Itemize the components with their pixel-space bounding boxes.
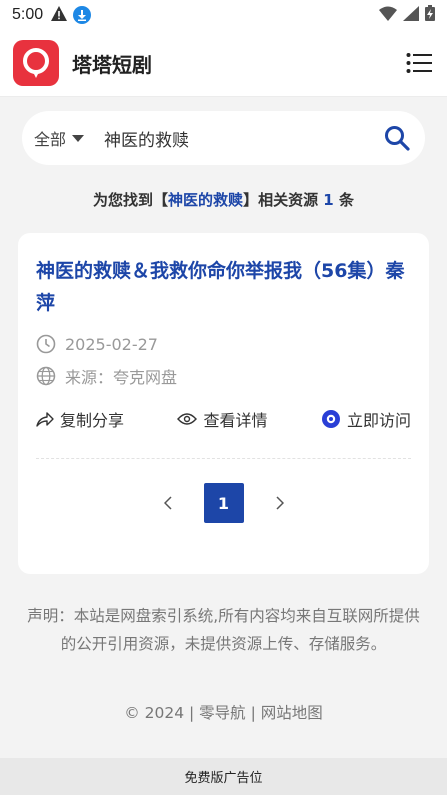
warning-icon [51, 5, 68, 25]
visit-now-button[interactable]: 立即访问 [321, 407, 411, 431]
app-title: 塔塔短剧 [72, 52, 152, 77]
result-count: 1 [323, 191, 334, 209]
app-header: 塔塔短剧 [0, 30, 447, 97]
clock-icon [36, 334, 56, 354]
globe-icon [36, 366, 56, 386]
menu-button[interactable] [404, 48, 434, 78]
next-page-button[interactable] [266, 483, 294, 523]
caret-down-icon [72, 134, 85, 142]
footer-link-sitemap[interactable]: 网站地图 [261, 704, 323, 722]
download-icon [73, 6, 92, 24]
footer-link-nav[interactable]: 零导航 [199, 704, 246, 722]
result-date-row: 2025-02-27 [36, 333, 411, 355]
menu-icon [406, 53, 432, 73]
chat-bubble-icon [23, 48, 49, 78]
share-icon [36, 412, 54, 427]
result-date: 2025-02-27 [65, 334, 158, 354]
chevron-left-icon [163, 496, 172, 510]
result-actions: 复制分享 查看详情 立即访问 [36, 407, 411, 431]
result-source: 来源：夸克网盘 [65, 368, 178, 387]
app-logo[interactable] [13, 40, 59, 86]
card-divider [36, 458, 411, 459]
ad-banner[interactable]: 免费版广告位 [0, 758, 447, 795]
search-input[interactable] [104, 128, 383, 148]
disclaimer: 声明：本站是网盘索引系统,所有内容均来自互联网所提供的公开引用资源，未提供资源上… [27, 607, 420, 653]
result-keyword: 神医的救赎 [168, 191, 244, 209]
search-scope-dropdown[interactable]: 全部 [34, 126, 85, 150]
result-title-link[interactable]: 神医的救赎＆我救你命你举报我（56集）秦萍 [36, 255, 411, 319]
pagination: 1 [36, 483, 411, 523]
chevron-right-icon [275, 496, 284, 510]
search-icon [385, 126, 410, 151]
prev-page-button[interactable] [154, 483, 182, 523]
copyright: © 2024 [124, 704, 185, 722]
search-scope-label: 全部 [34, 130, 67, 149]
eye-icon [177, 413, 198, 425]
footer: © 2024 | 零导航 | 网站地图 [124, 704, 323, 722]
view-details-button[interactable]: 查看详情 [177, 407, 268, 431]
quark-drive-icon [321, 410, 340, 428]
page-current[interactable]: 1 [203, 483, 244, 523]
search-bar: 全部 [22, 111, 425, 165]
signal-icon [403, 5, 419, 25]
wifi-icon [379, 6, 397, 25]
status-time: 5:00 [12, 6, 44, 23]
result-summary: 为您找到【神医的救赎】相关资源 1 条 [93, 191, 354, 209]
result-source-row: 来源：夸克网盘 [36, 365, 411, 387]
copy-share-button[interactable]: 复制分享 [36, 407, 124, 431]
result-card: 神医的救赎＆我救你命你举报我（56集）秦萍 2025-02-27 来源：夸克网盘… [18, 233, 429, 574]
status-bar: 5:00 [0, 0, 447, 30]
battery-icon [425, 5, 435, 25]
search-button[interactable] [383, 124, 411, 152]
